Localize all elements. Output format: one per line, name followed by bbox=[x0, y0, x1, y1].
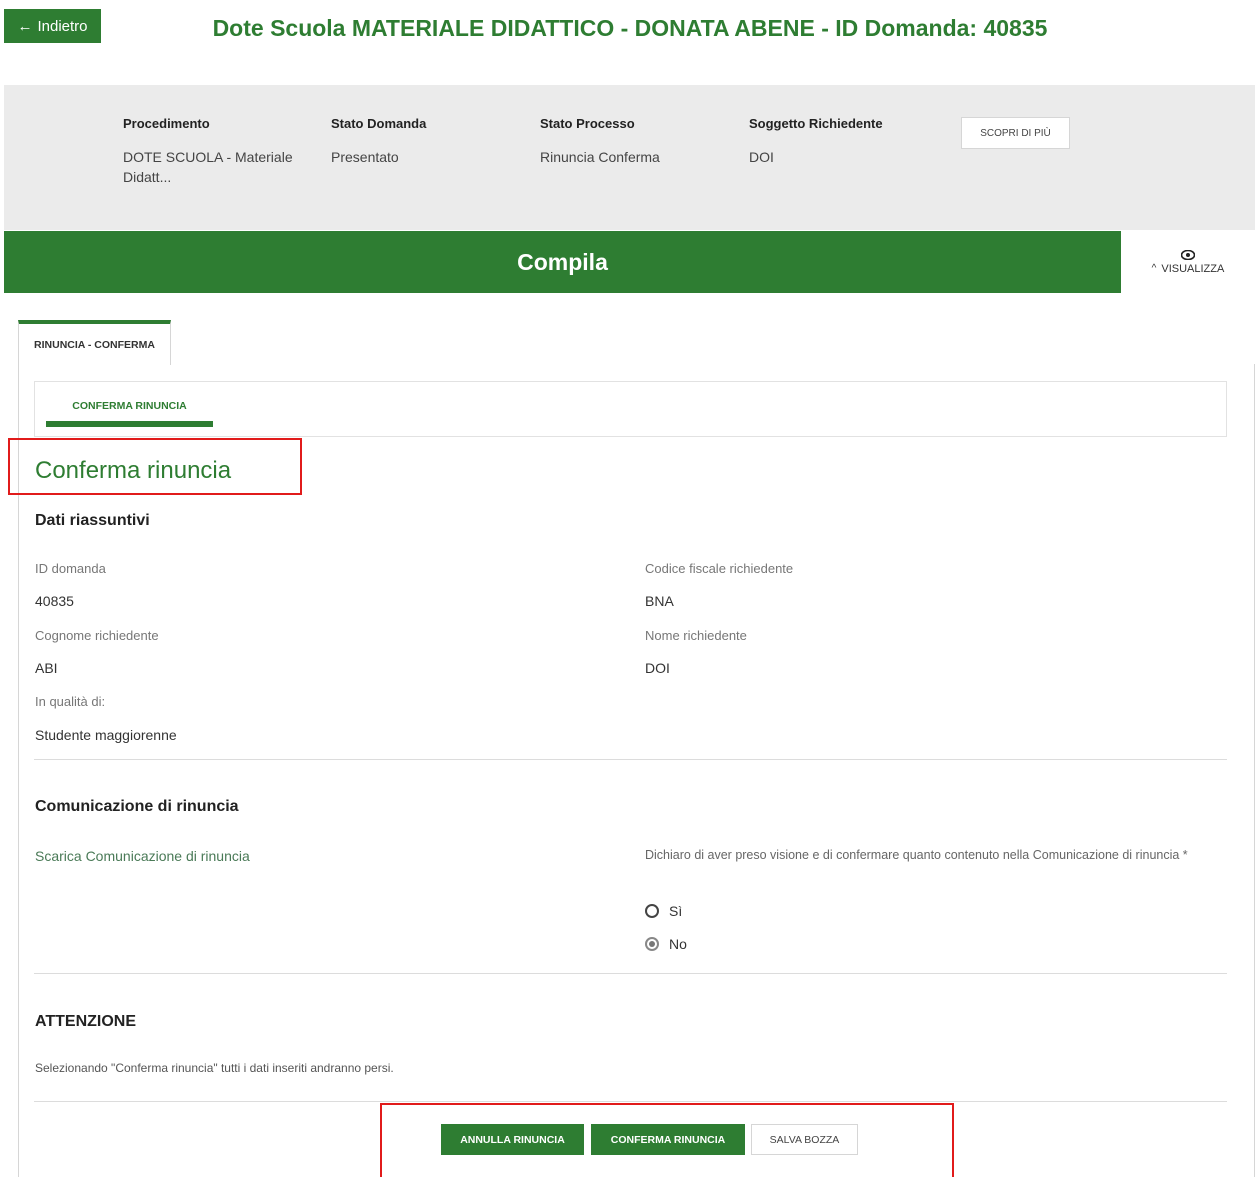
divider bbox=[34, 759, 1227, 760]
back-button-label: Indietro bbox=[37, 17, 88, 35]
declaration-text: Dichiaro di aver preso visione e di conf… bbox=[645, 848, 1188, 862]
stato-processo-label: Stato Processo bbox=[540, 116, 635, 131]
visualizza-label: VISUALIZZA bbox=[1161, 262, 1225, 275]
scopri-di-piu-button[interactable]: SCOPRI DI PIÙ bbox=[961, 117, 1070, 149]
chevron-up-icon: ^ bbox=[1151, 263, 1157, 274]
subtab-conferma-rinuncia[interactable]: CONFERMA RINUNCIA bbox=[46, 390, 213, 427]
cf-value: BNA bbox=[645, 593, 674, 609]
section-title: Conferma rinuncia bbox=[35, 457, 232, 484]
conferma-rinuncia-button[interactable]: CONFERMA RINUNCIA bbox=[591, 1124, 745, 1155]
visualizza-button[interactable]: ^ VISUALIZZA bbox=[1121, 231, 1255, 293]
info-stato-processo: Stato Processo Rinuncia Conferma bbox=[540, 116, 730, 167]
qualita-value: Studente maggiorenne bbox=[35, 727, 177, 743]
cf-label: Codice fiscale richiedente bbox=[645, 561, 794, 576]
attenzione-heading: ATTENZIONE bbox=[35, 1013, 137, 1030]
radio-unchecked-icon[interactable] bbox=[645, 904, 659, 918]
stato-domanda-label: Stato Domanda bbox=[331, 116, 427, 131]
radio-option-si[interactable]: Sì bbox=[645, 903, 682, 919]
divider bbox=[34, 973, 1227, 974]
summary-heading: Dati riassuntivi bbox=[35, 512, 150, 529]
stato-domanda-value: Presentato bbox=[331, 149, 399, 165]
radio-option-no[interactable]: No bbox=[645, 936, 687, 952]
cognome-label: Cognome richiedente bbox=[35, 628, 159, 643]
soggetto-label: Soggetto Richiedente bbox=[749, 116, 883, 131]
nome-label: Nome richiedente bbox=[645, 628, 747, 643]
radio-si-label: Sì bbox=[669, 903, 683, 919]
page-title: Dote Scuola MATERIALE DIDATTICO - DONATA… bbox=[212, 15, 1048, 41]
salva-bozza-button[interactable]: SALVA BOZZA bbox=[751, 1124, 858, 1155]
procedimento-label: Procedimento bbox=[123, 116, 210, 131]
info-procedimento: Procedimento DOTE SCUOLA - Materiale Did… bbox=[123, 116, 313, 187]
radio-no-label: No bbox=[669, 936, 687, 952]
soggetto-value: DOI bbox=[749, 149, 774, 165]
back-button[interactable]: ← Indietro bbox=[4, 9, 101, 43]
info-soggetto: Soggetto Richiedente DOI bbox=[749, 116, 939, 167]
comunicazione-heading: Comunicazione di rinuncia bbox=[35, 798, 239, 815]
tab-rinuncia-conferma[interactable]: RINUNCIA - CONFERMA bbox=[18, 320, 171, 365]
info-stato-domanda: Stato Domanda Presentato bbox=[331, 116, 511, 167]
annulla-rinuncia-button[interactable]: ANNULLA RINUNCIA bbox=[441, 1124, 584, 1155]
id-domanda-label: ID domanda bbox=[35, 561, 106, 576]
id-domanda-value: 40835 bbox=[35, 593, 74, 609]
radio-checked-icon[interactable] bbox=[645, 937, 659, 951]
download-comunicazione-link[interactable]: Scarica Comunicazione di rinuncia bbox=[35, 848, 250, 864]
divider bbox=[34, 1101, 1227, 1102]
nome-value: DOI bbox=[645, 660, 670, 676]
compila-bar: Compila bbox=[4, 231, 1121, 293]
stato-processo-value: Rinuncia Conferma bbox=[540, 149, 660, 165]
cognome-value: ABI bbox=[35, 660, 58, 676]
arrow-left-icon: ← bbox=[17, 17, 33, 35]
attenzione-note: Selezionando "Conferma rinuncia" tutti i… bbox=[35, 1061, 394, 1075]
qualita-label: In qualità di: bbox=[35, 694, 106, 709]
eye-icon bbox=[1181, 249, 1195, 260]
procedimento-value: DOTE SCUOLA - Materiale Didatt... bbox=[123, 149, 293, 185]
